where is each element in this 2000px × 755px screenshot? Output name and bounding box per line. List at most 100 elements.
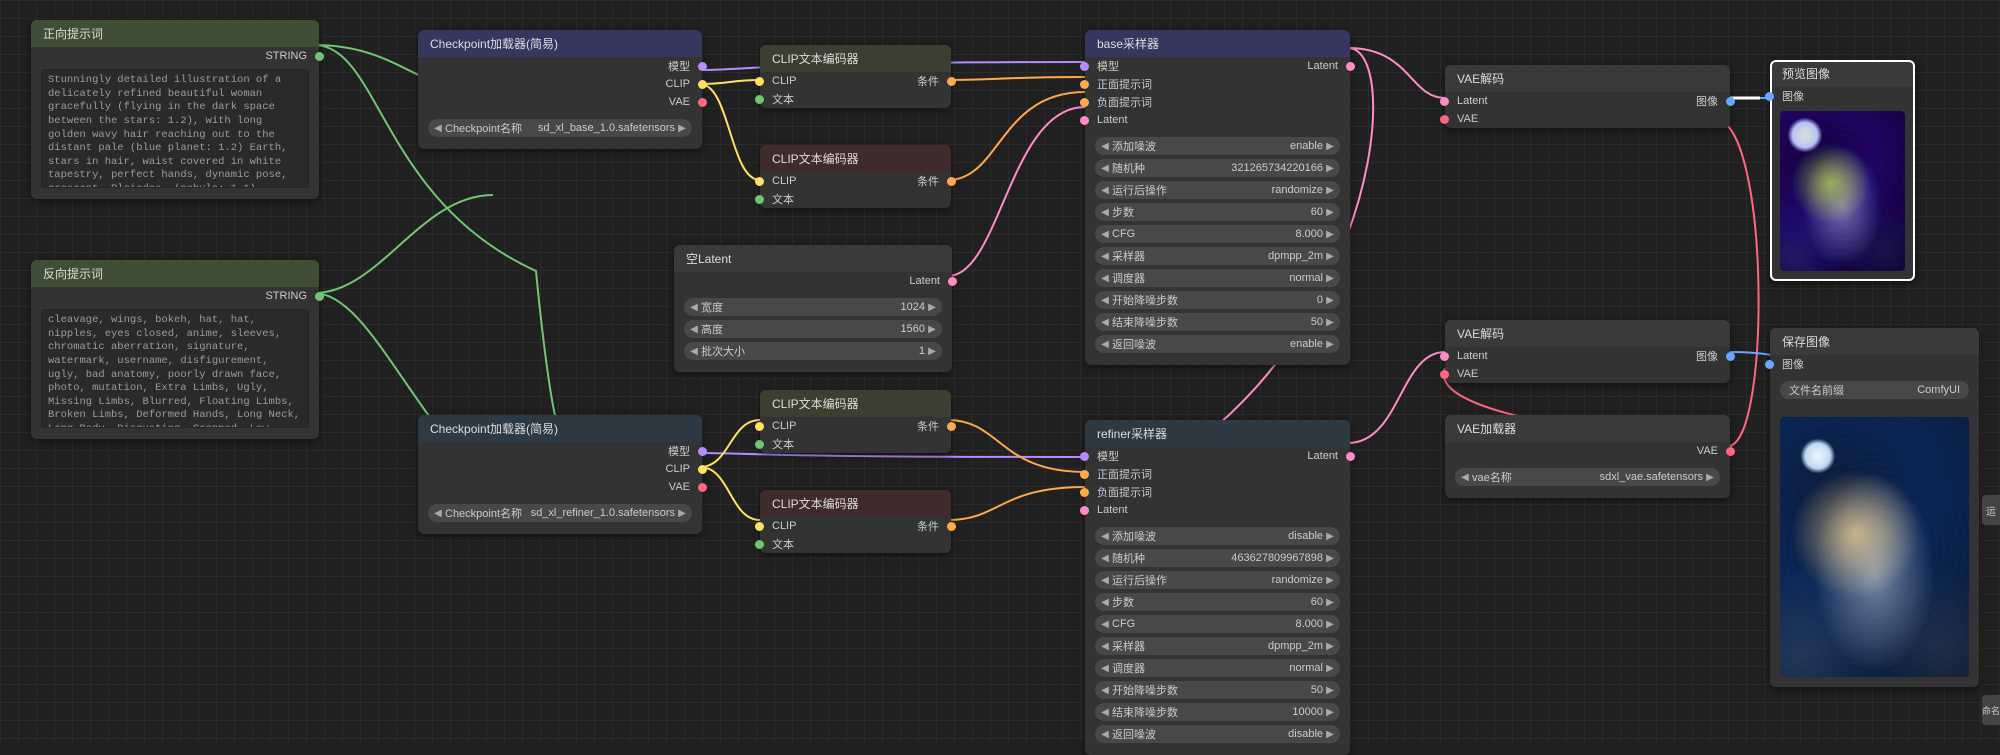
chevron-right-icon[interactable]: ▶ [1326,141,1334,152]
sidebar-button-1[interactable]: 命名 [1982,695,2000,725]
chevron-left-icon[interactable]: ◀ [1101,575,1109,586]
saved-image-thumbnail[interactable] [1780,417,1969,677]
node-clip-text-encoder-pos-base[interactable]: CLIP文本编码器 CLIP条件 文本 [760,45,951,108]
chevron-right-icon[interactable]: ▶ [1326,553,1334,564]
node-checkpoint-loader-refiner[interactable]: Checkpoint加载器(简易) 模型 CLIP VAE ◀ Checkpoi… [418,415,702,534]
chevron-left-icon[interactable]: ◀ [1101,553,1109,564]
param-步数[interactable]: ◀步数60▶ [1095,203,1340,221]
node-vae-decode-1[interactable]: VAE解码 Latent图像 VAE [1445,65,1730,128]
chevron-left-icon[interactable]: ◀ [1461,472,1469,483]
chevron-left-icon[interactable]: ◀ [434,508,442,519]
chevron-left-icon[interactable]: ◀ [1101,251,1109,262]
node-clip-text-encoder-neg-refiner[interactable]: CLIP文本编码器 CLIP条件 文本 [760,490,951,553]
chevron-left-icon[interactable]: ◀ [1101,685,1109,696]
node-vae-decode-2[interactable]: VAE解码 Latent图像 VAE [1445,320,1730,383]
chevron-right-icon[interactable]: ▶ [1326,317,1334,328]
chevron-right-icon[interactable]: ▶ [1326,273,1334,284]
chevron-left-icon[interactable]: ◀ [1101,229,1109,240]
chevron-right-icon[interactable]: ▶ [1326,597,1334,608]
chevron-left-icon[interactable]: ◀ [1101,619,1109,630]
chevron-right-icon[interactable]: ▶ [1326,185,1334,196]
param-步数[interactable]: ◀步数60▶ [1095,593,1340,611]
node-title[interactable]: 预览图像 [1770,60,1915,87]
node-base-sampler[interactable]: base采样器 模型Latent 正面提示词 负面提示词 Latent ◀添加噪… [1085,30,1350,365]
param-返回噪波[interactable]: ◀返回噪波enable▶ [1095,335,1340,353]
chevron-left-icon[interactable]: ◀ [1101,663,1109,674]
chevron-left-icon[interactable]: ◀ [1101,295,1109,306]
chevron-left-icon[interactable]: ◀ [1101,141,1109,152]
param-checkpoint-name[interactable]: ◀ Checkpoint名称 sd_xl_refiner_1.0.safeten… [428,504,692,522]
chevron-right-icon[interactable]: ▶ [1326,641,1334,652]
chevron-right-icon[interactable]: ▶ [1326,663,1334,674]
param-添加噪波[interactable]: ◀添加噪波disable▶ [1095,527,1340,545]
param-调度器[interactable]: ◀调度器normal▶ [1095,659,1340,677]
chevron-right-icon[interactable]: ▶ [1706,472,1714,483]
node-title[interactable]: 正向提示词 [31,20,319,47]
chevron-left-icon[interactable]: ◀ [1101,729,1109,740]
node-title[interactable]: 反向提示词 [31,260,319,287]
param-batch-size[interactable]: ◀批次大小1▶ [684,342,942,360]
chevron-left-icon[interactable]: ◀ [1101,597,1109,608]
node-title[interactable]: CLIP文本编码器 [760,390,951,417]
param-CFG[interactable]: ◀CFG8.000▶ [1095,615,1340,633]
node-title[interactable]: CLIP文本编码器 [760,45,951,72]
node-positive-prompt[interactable]: 正向提示词 STRING [31,20,319,199]
preview-image-thumbnail[interactable] [1780,111,1905,271]
chevron-left-icon[interactable]: ◀ [1101,339,1109,350]
chevron-left-icon[interactable]: ◀ [1101,185,1109,196]
param-调度器[interactable]: ◀调度器normal▶ [1095,269,1340,287]
sidebar-button-0[interactable]: 运 [1982,495,2000,525]
param-运行后操作[interactable]: ◀运行后操作randomize▶ [1095,571,1340,589]
node-title[interactable]: VAE加载器 [1445,415,1730,442]
chevron-left-icon[interactable]: ◀ [1101,207,1109,218]
param-height[interactable]: ◀高度1560▶ [684,320,942,338]
param-采样器[interactable]: ◀采样器dpmpp_2m▶ [1095,247,1340,265]
chevron-left-icon[interactable]: ◀ [434,123,442,134]
chevron-left-icon[interactable]: ◀ [1101,163,1109,174]
param-CFG[interactable]: ◀CFG8.000▶ [1095,225,1340,243]
chevron-left-icon[interactable]: ◀ [1101,273,1109,284]
chevron-right-icon[interactable]: ▶ [678,123,686,134]
param-开始降噪步数[interactable]: ◀开始降噪步数50▶ [1095,681,1340,699]
chevron-right-icon[interactable]: ▶ [1326,251,1334,262]
node-vae-loader[interactable]: VAE加载器 VAE ◀ vae名称 sdxl_vae.safetensors … [1445,415,1730,498]
node-save-image[interactable]: 保存图像 图像 文件名前缀 ComfyUI [1770,328,1979,687]
node-title[interactable]: Checkpoint加载器(简易) [418,30,702,57]
param-随机种[interactable]: ◀随机种463627809967898▶ [1095,549,1340,567]
negative-prompt-text[interactable] [41,309,309,428]
param-结束降噪步数[interactable]: ◀结束降噪步数50▶ [1095,313,1340,331]
chevron-right-icon[interactable]: ▶ [1326,339,1334,350]
param-添加噪波[interactable]: ◀添加噪波enable▶ [1095,137,1340,155]
param-返回噪波[interactable]: ◀返回噪波disable▶ [1095,725,1340,743]
chevron-right-icon[interactable]: ▶ [1326,207,1334,218]
node-title[interactable]: refiner采样器 [1085,420,1350,447]
param-运行后操作[interactable]: ◀运行后操作randomize▶ [1095,181,1340,199]
node-empty-latent[interactable]: 空Latent Latent ◀宽度1024▶ ◀高度1560▶ ◀批次大小1▶ [674,245,952,372]
chevron-left-icon[interactable]: ◀ [1101,531,1109,542]
node-title[interactable]: VAE解码 [1445,320,1730,347]
chevron-right-icon[interactable]: ▶ [1326,707,1334,718]
param-filename-prefix[interactable]: 文件名前缀 ComfyUI [1780,381,1969,399]
node-preview-image[interactable]: 预览图像 图像 [1770,60,1915,281]
node-title[interactable]: CLIP文本编码器 [760,145,951,172]
node-title[interactable]: CLIP文本编码器 [760,490,951,517]
param-width[interactable]: ◀宽度1024▶ [684,298,942,316]
param-开始降噪步数[interactable]: ◀开始降噪步数0▶ [1095,291,1340,309]
chevron-left-icon[interactable]: ◀ [1101,707,1109,718]
chevron-left-icon[interactable]: ◀ [1101,317,1109,328]
node-negative-prompt[interactable]: 反向提示词 STRING [31,260,319,439]
node-title[interactable]: VAE解码 [1445,65,1730,92]
chevron-right-icon[interactable]: ▶ [1326,619,1334,630]
node-title[interactable]: 保存图像 [1770,328,1979,355]
param-vae-name[interactable]: ◀ vae名称 sdxl_vae.safetensors ▶ [1455,468,1720,486]
chevron-right-icon[interactable]: ▶ [1326,229,1334,240]
chevron-right-icon[interactable]: ▶ [1326,163,1334,174]
node-title[interactable]: Checkpoint加载器(简易) [418,415,702,442]
param-采样器[interactable]: ◀采样器dpmpp_2m▶ [1095,637,1340,655]
node-clip-text-encoder-pos-refiner[interactable]: CLIP文本编码器 CLIP条件 文本 [760,390,951,453]
node-title[interactable]: base采样器 [1085,30,1350,57]
node-checkpoint-loader-base[interactable]: Checkpoint加载器(简易) 模型 CLIP VAE ◀ Checkpoi… [418,30,702,149]
chevron-right-icon[interactable]: ▶ [1326,575,1334,586]
chevron-right-icon[interactable]: ▶ [1326,531,1334,542]
node-title[interactable]: 空Latent [674,245,952,272]
